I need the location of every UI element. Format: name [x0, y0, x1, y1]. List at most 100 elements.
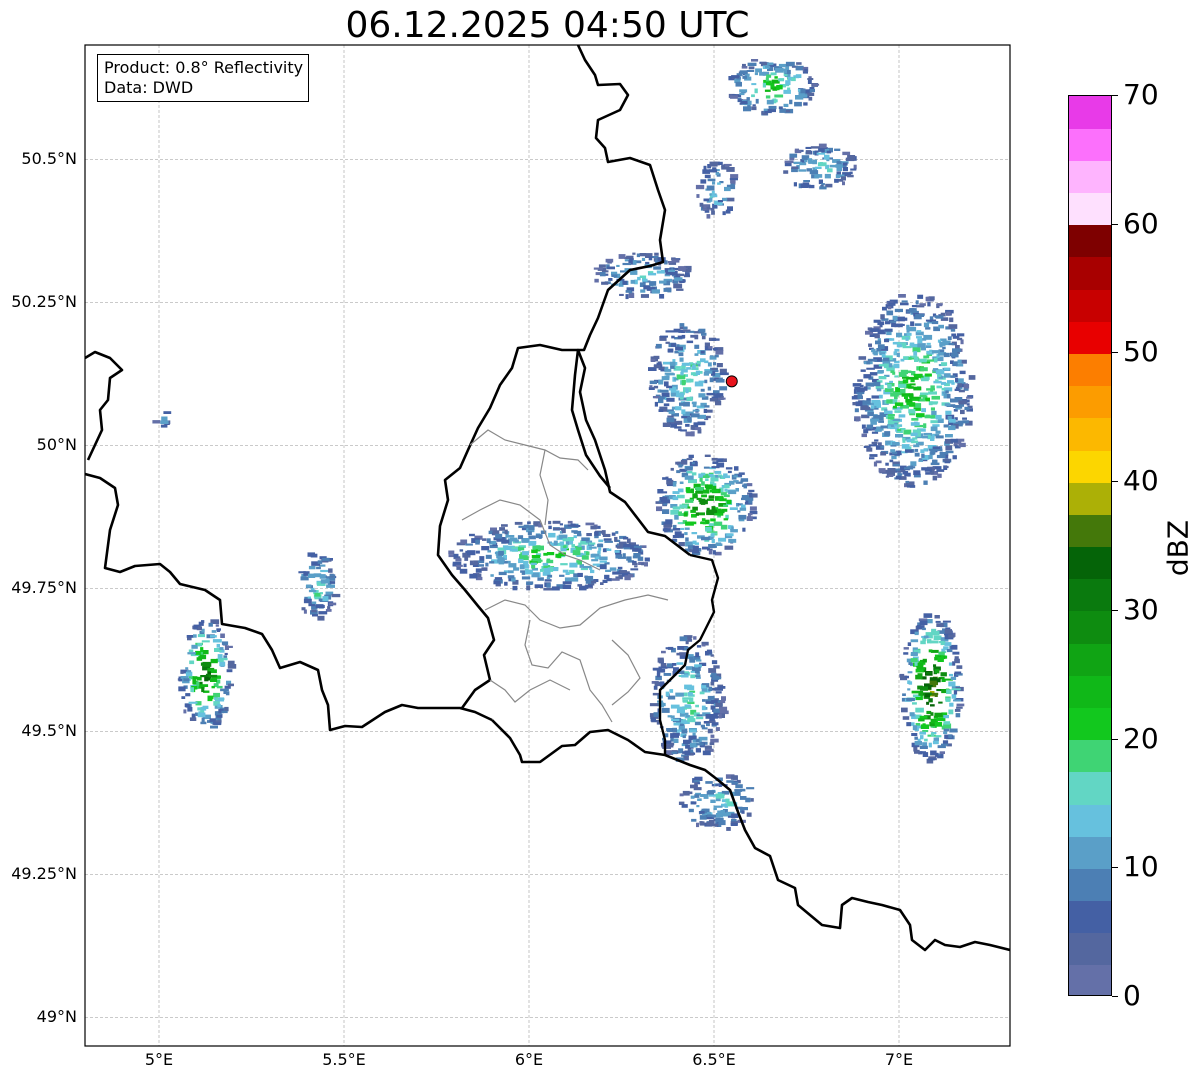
echo-cell [683, 402, 690, 407]
echo-cell [911, 305, 917, 308]
echo-cell [910, 652, 918, 656]
echo-cell [802, 182, 810, 186]
echo-cell [944, 642, 952, 646]
echo-cell [657, 657, 664, 663]
echo-cell [783, 89, 791, 94]
echo-cell [604, 574, 610, 580]
echo-cell [916, 667, 925, 670]
echo-cell [861, 433, 867, 438]
echo-cell [701, 494, 707, 498]
echo-cell [632, 562, 638, 566]
echo-cell [935, 315, 944, 319]
echo-cell [968, 375, 976, 380]
echo-cell [160, 420, 169, 424]
echo-cell [695, 659, 702, 662]
echo-cell [634, 565, 638, 568]
echo-cell [210, 678, 218, 682]
echo-cell [739, 92, 745, 96]
echo-cell [208, 674, 218, 678]
echo-cell [897, 424, 901, 428]
echo-cell [197, 712, 206, 718]
echo-cell [791, 166, 799, 169]
echo-cell [690, 509, 696, 513]
echo-cell [224, 652, 228, 655]
echo-cell [661, 650, 666, 654]
echo-cell [670, 343, 677, 347]
echo-cell [727, 470, 732, 474]
echo-cell [226, 669, 233, 673]
colorbar-tick-label: 30 [1123, 592, 1159, 626]
echo-cell [847, 155, 856, 159]
echo-cell [765, 95, 771, 99]
echo-cell [518, 558, 524, 564]
echo-cell [746, 70, 755, 72]
echo-cell [685, 272, 690, 277]
echo-cell [754, 88, 758, 94]
echo-cell [873, 401, 881, 406]
echo-cell [220, 633, 225, 638]
echo-cell [962, 420, 969, 424]
echo-cell [671, 335, 675, 339]
echo-cell [723, 518, 728, 521]
echo-cell [709, 197, 713, 202]
echo-cell [617, 566, 623, 570]
echo-cell [919, 716, 928, 719]
echo-cell [702, 644, 706, 647]
echo-cell [546, 552, 555, 556]
echo-cell [573, 530, 582, 534]
echo-cell [193, 626, 198, 629]
echo-cell [900, 358, 905, 362]
echo-cell [473, 560, 479, 565]
echo-cell [308, 589, 317, 593]
echo-cell [710, 477, 719, 482]
echo-cell [699, 815, 707, 820]
longitude-tick-label: 5.5°E [322, 1050, 366, 1069]
echo-cell [742, 63, 746, 67]
echo-cell [746, 812, 752, 817]
echo-cell [664, 368, 672, 372]
echo-cell [849, 171, 853, 175]
echo-cell [706, 185, 715, 191]
echo-cell [527, 531, 532, 535]
echo-cell [783, 170, 789, 174]
echo-cell [917, 343, 926, 348]
echo-cell [928, 649, 933, 653]
echo-cell [888, 302, 895, 305]
echo-cell [703, 466, 710, 469]
echo-cell [694, 794, 700, 798]
colorbar-tick [1112, 996, 1118, 997]
echo-cell [778, 63, 787, 68]
echo-cell [711, 190, 715, 195]
echo-cell [905, 449, 913, 453]
echo-cell [783, 103, 789, 107]
echo-cell [207, 699, 213, 702]
echo-cell [878, 468, 886, 473]
echo-cell [718, 537, 727, 542]
echo-cell [908, 393, 914, 398]
echo-cell [924, 468, 932, 472]
echo-cell [627, 538, 631, 544]
echo-cell [696, 822, 700, 828]
echo-cell [478, 560, 485, 564]
echo-cell [700, 388, 705, 392]
colorbar-segment [1069, 900, 1111, 934]
echo-cell [891, 455, 897, 460]
echo-cell [672, 481, 677, 487]
echo-cell [861, 424, 866, 429]
echo-cell [589, 542, 596, 545]
echo-cell [526, 585, 531, 591]
echo-cell [685, 388, 689, 394]
echo-cell [888, 474, 894, 477]
echo-cell [641, 257, 646, 261]
echo-cell [871, 431, 879, 434]
echo-cell [662, 477, 668, 480]
echo-cell [654, 681, 661, 687]
colorbar-segment [1069, 964, 1111, 995]
echo-cell [935, 752, 939, 757]
echo-cell [724, 186, 731, 192]
echo-cell [329, 581, 336, 584]
echo-cell [605, 569, 612, 572]
echo-cell [193, 634, 197, 638]
echo-cell [630, 568, 639, 571]
echo-cell [893, 463, 900, 467]
